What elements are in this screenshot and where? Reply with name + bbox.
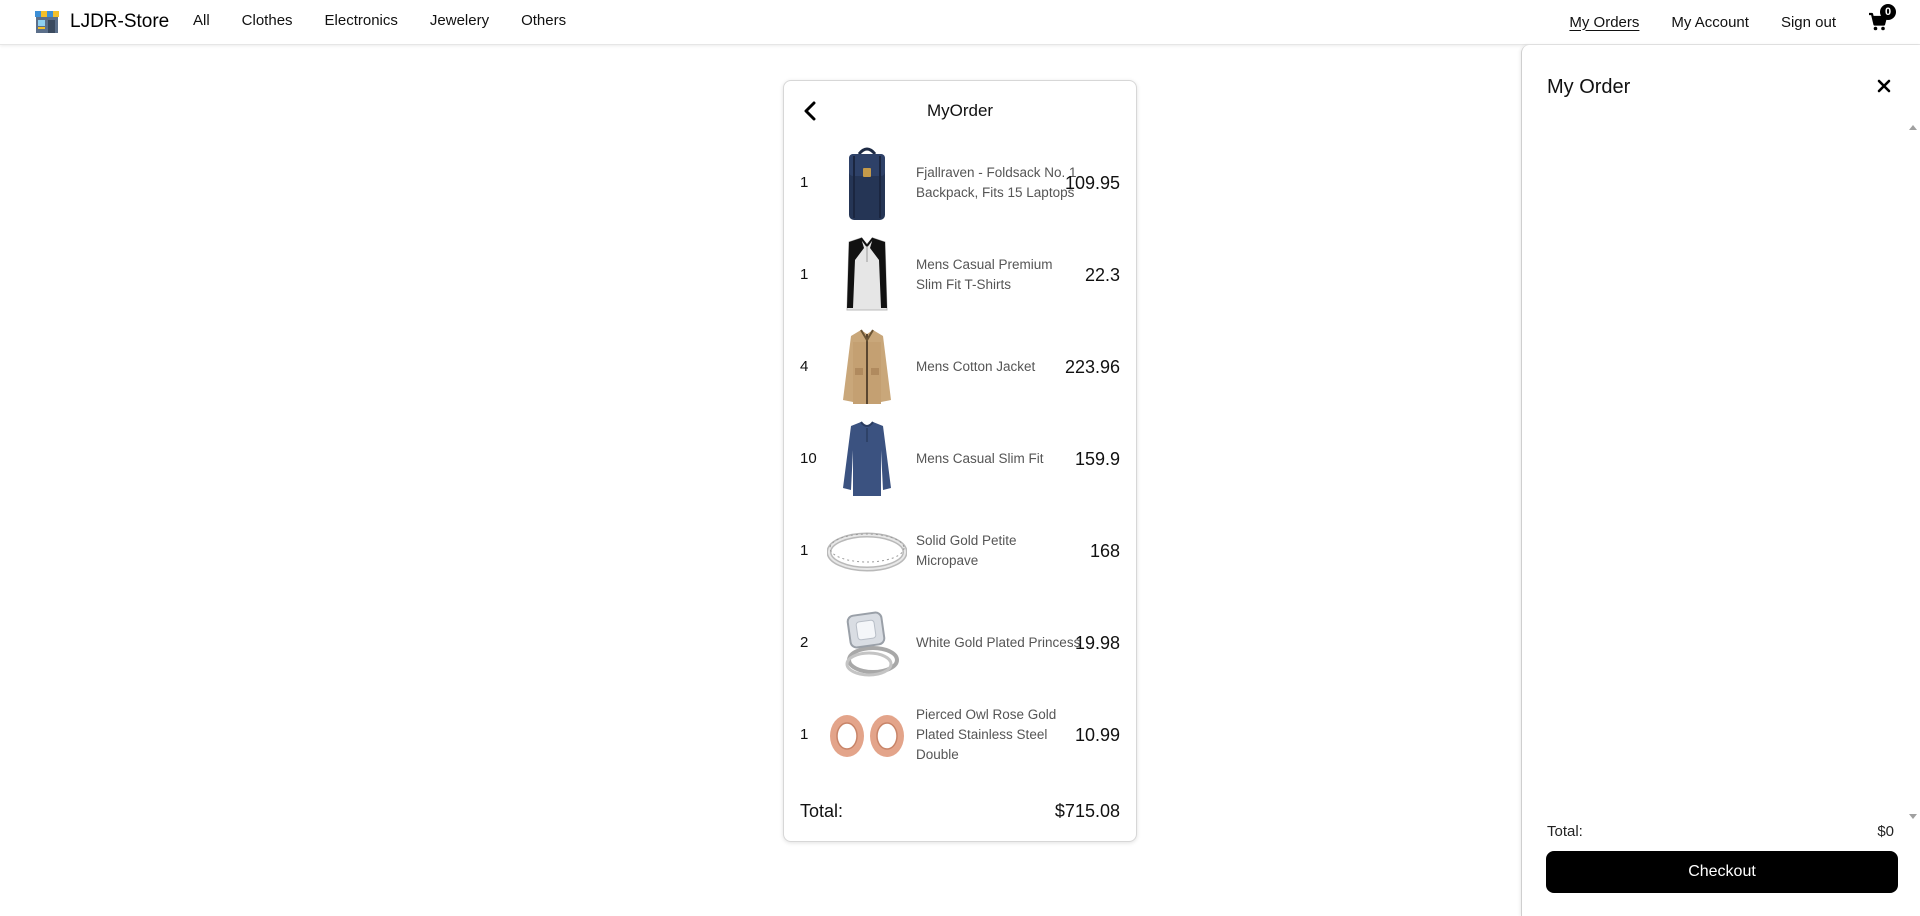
item-name: White Gold Plated Princess bbox=[916, 635, 1081, 650]
order-item-row: 4 Mens Cotton Jacket 223.96 bbox=[784, 321, 1136, 413]
item-quantity: 4 bbox=[800, 358, 809, 375]
side-panel-title: My Order bbox=[1547, 76, 1631, 98]
item-quantity: 2 bbox=[800, 634, 809, 651]
item-quantity: 1 bbox=[800, 726, 809, 743]
item-price: 19.98 bbox=[1074, 633, 1120, 653]
order-detail-card: MyOrder 1 Fjallraven - Foldsack No. 1 Ba… bbox=[783, 80, 1137, 842]
item-price: 159.9 bbox=[1074, 449, 1120, 469]
order-item-row: 1 Solid Gold Petite Micropave 168 bbox=[784, 505, 1136, 597]
cart-count-badge: 0 bbox=[1880, 4, 1896, 20]
diamond-ring-icon bbox=[827, 604, 907, 682]
side-panel-total: Total: $0 bbox=[1547, 823, 1894, 840]
nav-link-sign-out[interactable]: Sign out bbox=[1781, 14, 1836, 31]
my-order-side-panel: My Order Total: $0 Checkout bbox=[1521, 45, 1920, 916]
long-sleeve-shirt-icon bbox=[827, 420, 907, 498]
scroll-down-arrow-icon[interactable] bbox=[1909, 814, 1917, 819]
order-items-list: 1 Fjallraven - Foldsack No. 1 Backpack, … bbox=[784, 137, 1136, 781]
nav-link-electronics[interactable]: Electronics bbox=[325, 12, 398, 29]
order-card-title: MyOrder bbox=[926, 101, 994, 120]
order-item-row: 2 White Gold Plated Princess 19.98 bbox=[784, 597, 1136, 689]
cart-button[interactable]: 0 bbox=[1868, 4, 1896, 33]
top-navbar: LJDR-Store All Clothes Electronics Jewel… bbox=[0, 0, 1920, 45]
jacket-icon bbox=[827, 328, 907, 406]
close-icon[interactable] bbox=[1876, 78, 1892, 94]
ring-band-icon bbox=[826, 512, 908, 590]
order-total: Total: $715.08 bbox=[800, 801, 1120, 822]
item-name: Pierced Owl Rose Gold Plated Stainless S… bbox=[916, 707, 1057, 762]
order-item-row: 1 Mens Casual Premium Slim Fit T-Shirts … bbox=[784, 229, 1136, 321]
side-panel-total-label: Total: bbox=[1547, 823, 1583, 840]
item-price: 223.96 bbox=[1064, 357, 1120, 377]
side-panel-scrollbar[interactable] bbox=[1908, 125, 1918, 819]
nav-link-clothes[interactable]: Clothes bbox=[242, 12, 293, 29]
scroll-up-arrow-icon[interactable] bbox=[1909, 125, 1917, 130]
item-quantity: 10 bbox=[800, 450, 817, 467]
item-name: Mens Cotton Jacket bbox=[916, 359, 1036, 374]
nav-link-others[interactable]: Others bbox=[521, 12, 566, 29]
item-price: 22.3 bbox=[1084, 265, 1120, 285]
order-total-value: $715.08 bbox=[1054, 801, 1120, 821]
item-price: 168 bbox=[1089, 541, 1120, 561]
category-nav: All Clothes Electronics Jewelery Others bbox=[193, 12, 598, 29]
item-name: Solid Gold Petite Micropave bbox=[916, 533, 1017, 568]
item-name: Fjallraven - Foldsack No. 1 Backpack, Fi… bbox=[916, 165, 1077, 200]
item-name: Mens Casual Premium Slim Fit T-Shirts bbox=[916, 257, 1053, 292]
store-logo-icon bbox=[34, 10, 60, 34]
item-quantity: 1 bbox=[800, 174, 809, 191]
order-total-label: Total: bbox=[800, 801, 844, 821]
order-item-row: 1 Pierced Owl Rose Gold Plated Stainless… bbox=[784, 689, 1136, 781]
nav-link-all[interactable]: All bbox=[193, 12, 210, 29]
order-item-row: 10 Mens Casual Slim Fit 159.9 bbox=[784, 413, 1136, 505]
item-price: 109.95 bbox=[1064, 173, 1120, 193]
raglan-tshirt-icon bbox=[827, 236, 907, 314]
side-panel-total-value: $0 bbox=[1877, 823, 1894, 840]
nav-link-my-account[interactable]: My Account bbox=[1671, 14, 1749, 31]
item-quantity: 1 bbox=[800, 542, 809, 559]
checkout-button[interactable]: Checkout bbox=[1546, 851, 1898, 893]
order-card-header: MyOrder bbox=[784, 81, 1136, 137]
item-quantity: 1 bbox=[800, 266, 809, 283]
order-item-row: 1 Fjallraven - Foldsack No. 1 Backpack, … bbox=[784, 137, 1136, 229]
brand[interactable]: LJDR-Store bbox=[34, 10, 169, 34]
nav-link-my-orders[interactable]: My Orders bbox=[1569, 14, 1639, 31]
item-price: 10.99 bbox=[1074, 725, 1120, 745]
item-name: Mens Casual Slim Fit bbox=[916, 451, 1044, 466]
brand-name: LJDR-Store bbox=[70, 11, 170, 32]
account-nav: My Orders My Account Sign out 0 bbox=[1569, 4, 1920, 33]
nav-link-jewelery[interactable]: Jewelery bbox=[430, 12, 489, 29]
rose-gold-plugs-icon bbox=[827, 696, 907, 774]
backpack-icon bbox=[827, 144, 907, 222]
